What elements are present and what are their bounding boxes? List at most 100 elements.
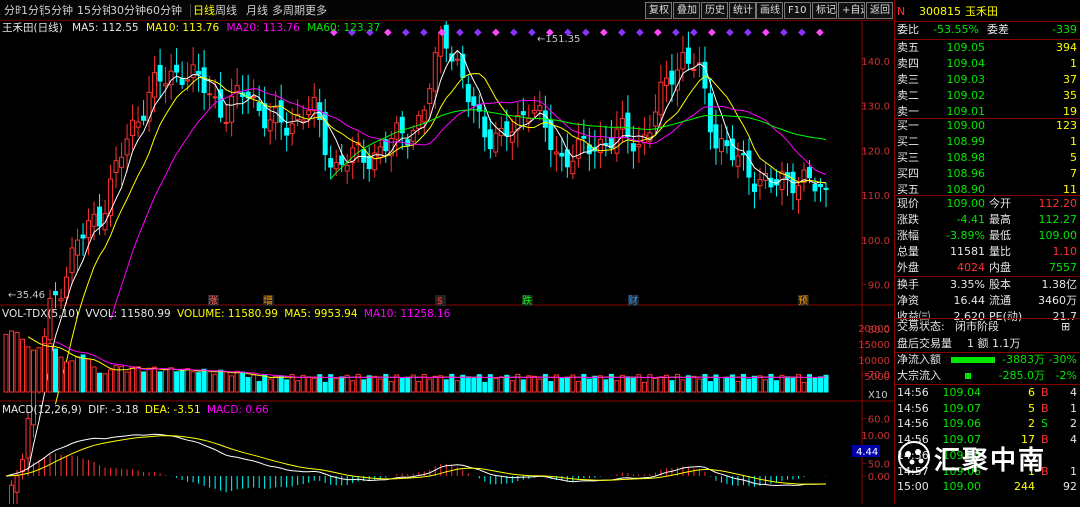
bid-row: 买一 109.00 123 — [895, 118, 1080, 134]
tick-price: 109.00 — [942, 480, 982, 494]
bid-volume: 123 — [1056, 119, 1077, 132]
volume-bar — [427, 378, 433, 393]
toolbar-button-9[interactable]: 返回 — [866, 2, 893, 19]
candle-body — [812, 183, 818, 192]
volume-bar — [784, 376, 790, 393]
candle-body — [223, 121, 229, 124]
period-4[interactable]: 15分钟 — [77, 3, 110, 18]
kline-chart[interactable]: 140.0 130.0 120.0 110.0 100.0 90.0 80.0 70.0 60.… — [0, 18, 894, 507]
candle-body — [58, 298, 64, 302]
toolbar-button-2[interactable]: 叠加 — [673, 2, 700, 19]
candle-body — [724, 140, 730, 147]
stat-value: 112.20 — [1038, 197, 1078, 210]
tick-price: 109.06 — [942, 417, 982, 431]
bid-label: 买三 — [897, 151, 919, 164]
volume-bar — [141, 371, 147, 393]
candle-body — [537, 105, 543, 112]
tick-volume: 244 — [1014, 480, 1035, 494]
toolbar-button-8[interactable]: +自选 — [838, 2, 865, 19]
toolbar-button-1[interactable]: 复权 — [645, 2, 672, 19]
toolbar-button-6[interactable]: F10 — [784, 2, 811, 19]
toolbar-button-3[interactable]: 历史 — [701, 2, 728, 19]
vvol-value: VVOL: 11580.99 — [85, 308, 171, 320]
period-9[interactable]: 月线 — [246, 3, 272, 18]
period-8[interactable]: 周线 — [215, 3, 245, 18]
main-legend: 王禾田(日线) MA5: 112.55 MA10: 113.76 MA20: 1… — [2, 22, 380, 35]
candle-body — [746, 150, 752, 178]
candle-body — [333, 161, 339, 170]
tick-price: 109.07 — [942, 401, 982, 415]
tick-time: 14:56 — [897, 448, 929, 462]
volume-bar — [399, 377, 405, 393]
period-7[interactable]: 日线 — [193, 3, 215, 18]
volume-bar — [498, 376, 504, 393]
stat-label: 股本 — [989, 278, 1011, 291]
ask-row: 卖二 109.02 35 — [895, 88, 1080, 104]
volume-bar — [630, 377, 636, 393]
period-1[interactable]: 分时 — [4, 3, 21, 18]
tick-count: 1 — [1070, 464, 1077, 478]
candle-body — [328, 158, 334, 168]
price-axis-label: 130.0 — [861, 102, 890, 113]
toolbar-button-4[interactable]: 统计 — [729, 2, 756, 19]
volume-bar — [256, 381, 262, 393]
bid-volume: 1 — [1070, 135, 1077, 148]
stat-value: 109.00 — [946, 197, 986, 210]
candle-body — [427, 88, 433, 105]
ask-label: 卖五 — [897, 41, 919, 54]
volume-bar — [405, 377, 411, 393]
bid-label: 买二 — [897, 135, 919, 148]
cursor-value: 4.44 — [856, 447, 878, 458]
volume-bar — [812, 377, 818, 393]
volume-bar — [245, 377, 251, 393]
volume-bar — [64, 361, 70, 393]
tick-volume: 5 — [1028, 401, 1035, 415]
volume-bar — [564, 377, 570, 393]
volume-bar — [614, 380, 620, 393]
period-6[interactable]: 60分钟 — [146, 3, 192, 18]
toolbar-button-5[interactable]: 画线 — [756, 2, 783, 19]
period-label: (日线) — [33, 22, 63, 34]
volume-bar — [724, 377, 730, 393]
candle-body — [119, 156, 125, 168]
stat-value: 11581 — [950, 245, 985, 258]
volume-bar — [685, 375, 691, 393]
volume-bar — [229, 375, 235, 393]
toolbar-button-7[interactable]: 标记 — [812, 2, 837, 19]
volume-bar — [366, 375, 372, 393]
volume-bar — [196, 372, 202, 393]
event-marker: 跌 — [522, 294, 532, 307]
status-value: 闭市阶段 — [955, 320, 999, 333]
macd-value: MACD: 0.66 — [207, 404, 269, 416]
stock-code: 300815 — [919, 5, 961, 18]
candle-body — [707, 93, 713, 133]
period-3[interactable]: 5分钟 — [44, 3, 77, 18]
volume-bar — [707, 381, 713, 393]
period-5[interactable]: 30分钟 — [110, 3, 146, 18]
stat-label: 换手 — [897, 278, 919, 291]
ask-row: 卖五 109.05 394 — [895, 40, 1080, 56]
candle-body — [53, 290, 59, 296]
volume-bar — [14, 331, 20, 393]
volume-bar — [619, 374, 625, 393]
ma60-value: MA60: 123.37 — [307, 22, 381, 34]
period-11[interactable]: 更多 — [305, 3, 327, 18]
tick-row: 14:56 109.06 2 S 2 — [895, 416, 1080, 432]
volume-bar — [75, 356, 81, 393]
volume-bar — [443, 379, 449, 393]
volume-bar — [350, 380, 356, 393]
period-2[interactable]: 1分钟 — [21, 3, 44, 18]
volume-bar — [432, 375, 438, 393]
candle-body — [135, 121, 141, 128]
bid-row: 买二 108.99 1 — [895, 134, 1080, 150]
price-axis-label: 120.0 — [861, 146, 890, 157]
stat-label: 涨跌 — [897, 213, 919, 226]
period-10[interactable]: 多周期 — [272, 3, 305, 18]
candle-body — [157, 64, 163, 82]
stat-value: -3.89% — [946, 229, 985, 242]
weibi-value: -53.55% — [933, 23, 979, 36]
candle-body — [482, 116, 488, 138]
volume-bar — [652, 377, 658, 393]
candle-body — [493, 132, 499, 153]
volume-value: VOLUME: 11580.99 — [177, 308, 278, 320]
